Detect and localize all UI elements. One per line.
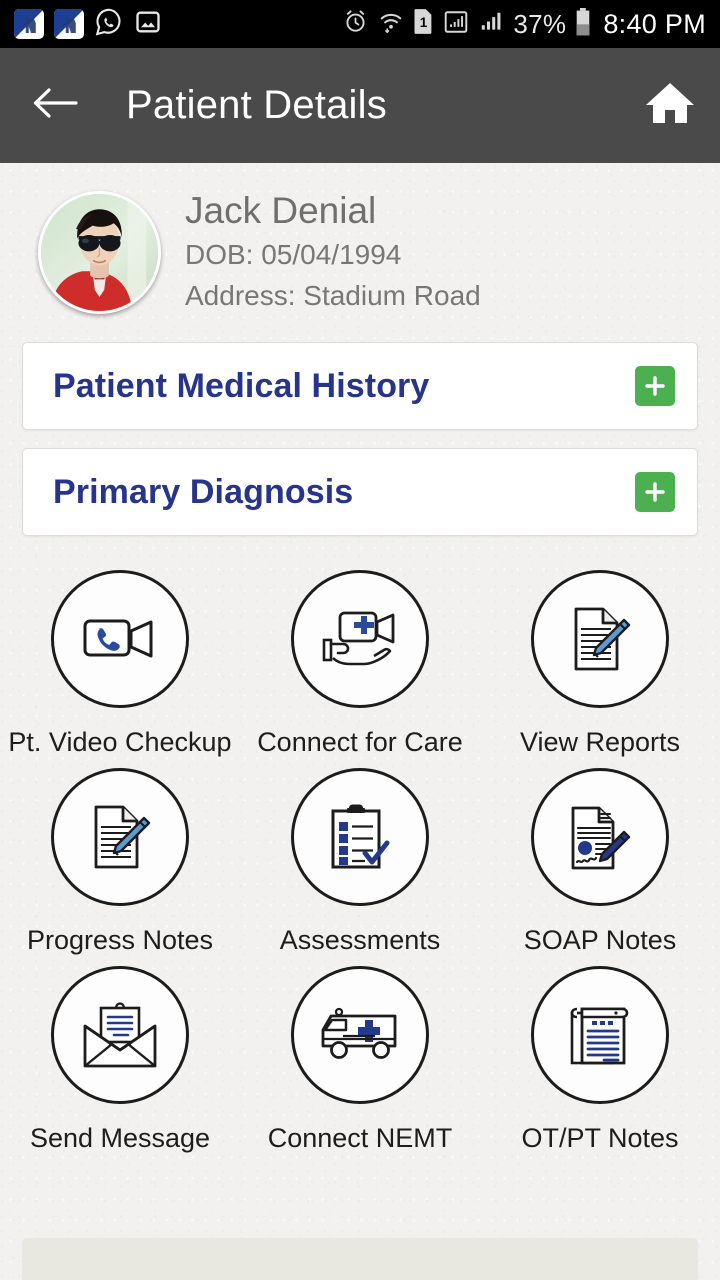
add-medical-history-button[interactable] — [635, 366, 675, 407]
page-title: Patient Details — [126, 83, 387, 127]
clipboard-checklist-icon — [325, 801, 395, 873]
wifi-icon — [378, 9, 404, 40]
action-grid: Pt. Video Checkup Connect for Care View … — [0, 560, 720, 1154]
sim-1-icon: 1 — [413, 8, 434, 40]
action-view-reports[interactable]: View Reports — [480, 560, 720, 758]
action-label: OT/PT Notes — [521, 1123, 679, 1154]
whatsapp-icon — [94, 7, 124, 42]
clock: 8:40 PM — [603, 8, 706, 39]
status-bar: 1 37% 8:40 PM — [0, 0, 720, 48]
action-icon-circle — [51, 768, 189, 907]
patient-dob: DOB: 05/04/1994 — [185, 238, 402, 270]
action-icon-circle — [51, 966, 189, 1105]
alarm-icon — [342, 8, 369, 40]
hand-holding-video-care-icon — [320, 608, 400, 670]
patient-info: Jack Denial DOB: 05/04/1994 Address: Sta… — [185, 189, 481, 316]
signal-bars-icon — [478, 9, 504, 40]
action-ot-pt-notes[interactable]: OT/PT Notes — [480, 956, 720, 1154]
status-bar-notifications — [14, 7, 342, 42]
status-bar-system-icons: 1 37% 8:40 PM — [342, 7, 706, 41]
action-icon-circle — [291, 570, 429, 709]
plus-icon — [642, 479, 668, 505]
action-label: View Reports — [519, 727, 681, 758]
primary-diagnosis-title: Primary Diagnosis — [53, 472, 354, 511]
patient-medical-history-title: Patient Medical History — [53, 366, 430, 405]
action-connect-nemt[interactable]: Connect NEMT — [240, 956, 480, 1154]
arrow-left-icon — [31, 83, 79, 128]
action-label: SOAP Notes — [523, 925, 677, 956]
battery-icon — [575, 7, 591, 41]
action-label: Progress Notes — [26, 925, 214, 956]
action-connect-for-care[interactable]: Connect for Care — [240, 560, 480, 758]
patient-address: Address: Stadium Road — [185, 280, 481, 312]
action-soap-notes[interactable]: SOAP Notes — [480, 758, 720, 956]
action-send-message[interactable]: Send Message — [0, 956, 240, 1154]
home-button[interactable] — [642, 78, 698, 134]
action-label: Connect NEMT — [267, 1123, 453, 1154]
document-pen-icon — [564, 603, 636, 675]
signed-document-pen-icon — [563, 800, 637, 874]
action-icon-circle — [291, 768, 429, 907]
action-icon-circle — [51, 570, 189, 709]
scroll-document-icon — [564, 999, 636, 1071]
next-card-partial[interactable] — [22, 1238, 698, 1280]
action-label: Send Message — [29, 1123, 211, 1154]
add-primary-diagnosis-button[interactable] — [635, 472, 675, 513]
patient-header: Jack Denial DOB: 05/04/1994 Address: Sta… — [0, 163, 720, 316]
back-button[interactable] — [28, 79, 82, 133]
patient-name: Jack Denial — [185, 190, 377, 231]
action-icon-circle — [531, 570, 669, 709]
action-pt-video-checkup[interactable]: Pt. Video Checkup — [0, 560, 240, 758]
ambulance-icon — [317, 1006, 403, 1064]
svg-text:1: 1 — [420, 15, 428, 30]
open-envelope-letter-icon — [79, 1000, 161, 1070]
photo-icon — [134, 8, 162, 41]
action-label: Pt. Video Checkup — [8, 727, 232, 758]
app-badge-icon — [54, 9, 84, 39]
primary-diagnosis-card[interactable]: Primary Diagnosis — [22, 448, 698, 537]
action-label: Assessments — [279, 925, 441, 956]
action-icon-circle — [291, 966, 429, 1105]
home-icon — [644, 80, 696, 131]
document-pen-icon — [84, 801, 156, 873]
content-scroll-area[interactable]: Jack Denial DOB: 05/04/1994 Address: Sta… — [0, 163, 720, 1280]
app-badge-icon — [14, 9, 44, 39]
avatar — [38, 191, 161, 315]
app-bar: Patient Details — [0, 48, 720, 163]
battery-percentage: 37% — [513, 8, 567, 39]
video-call-icon — [81, 609, 159, 669]
action-progress-notes[interactable]: Progress Notes — [0, 758, 240, 956]
action-icon-circle — [531, 768, 669, 907]
action-icon-circle — [531, 966, 669, 1105]
action-label: Connect for Care — [257, 727, 463, 758]
plus-icon — [642, 373, 668, 399]
action-assessments[interactable]: Assessments — [240, 758, 480, 956]
patient-medical-history-card[interactable]: Patient Medical History — [22, 342, 698, 431]
signal-bars-boxed-icon — [443, 9, 469, 40]
